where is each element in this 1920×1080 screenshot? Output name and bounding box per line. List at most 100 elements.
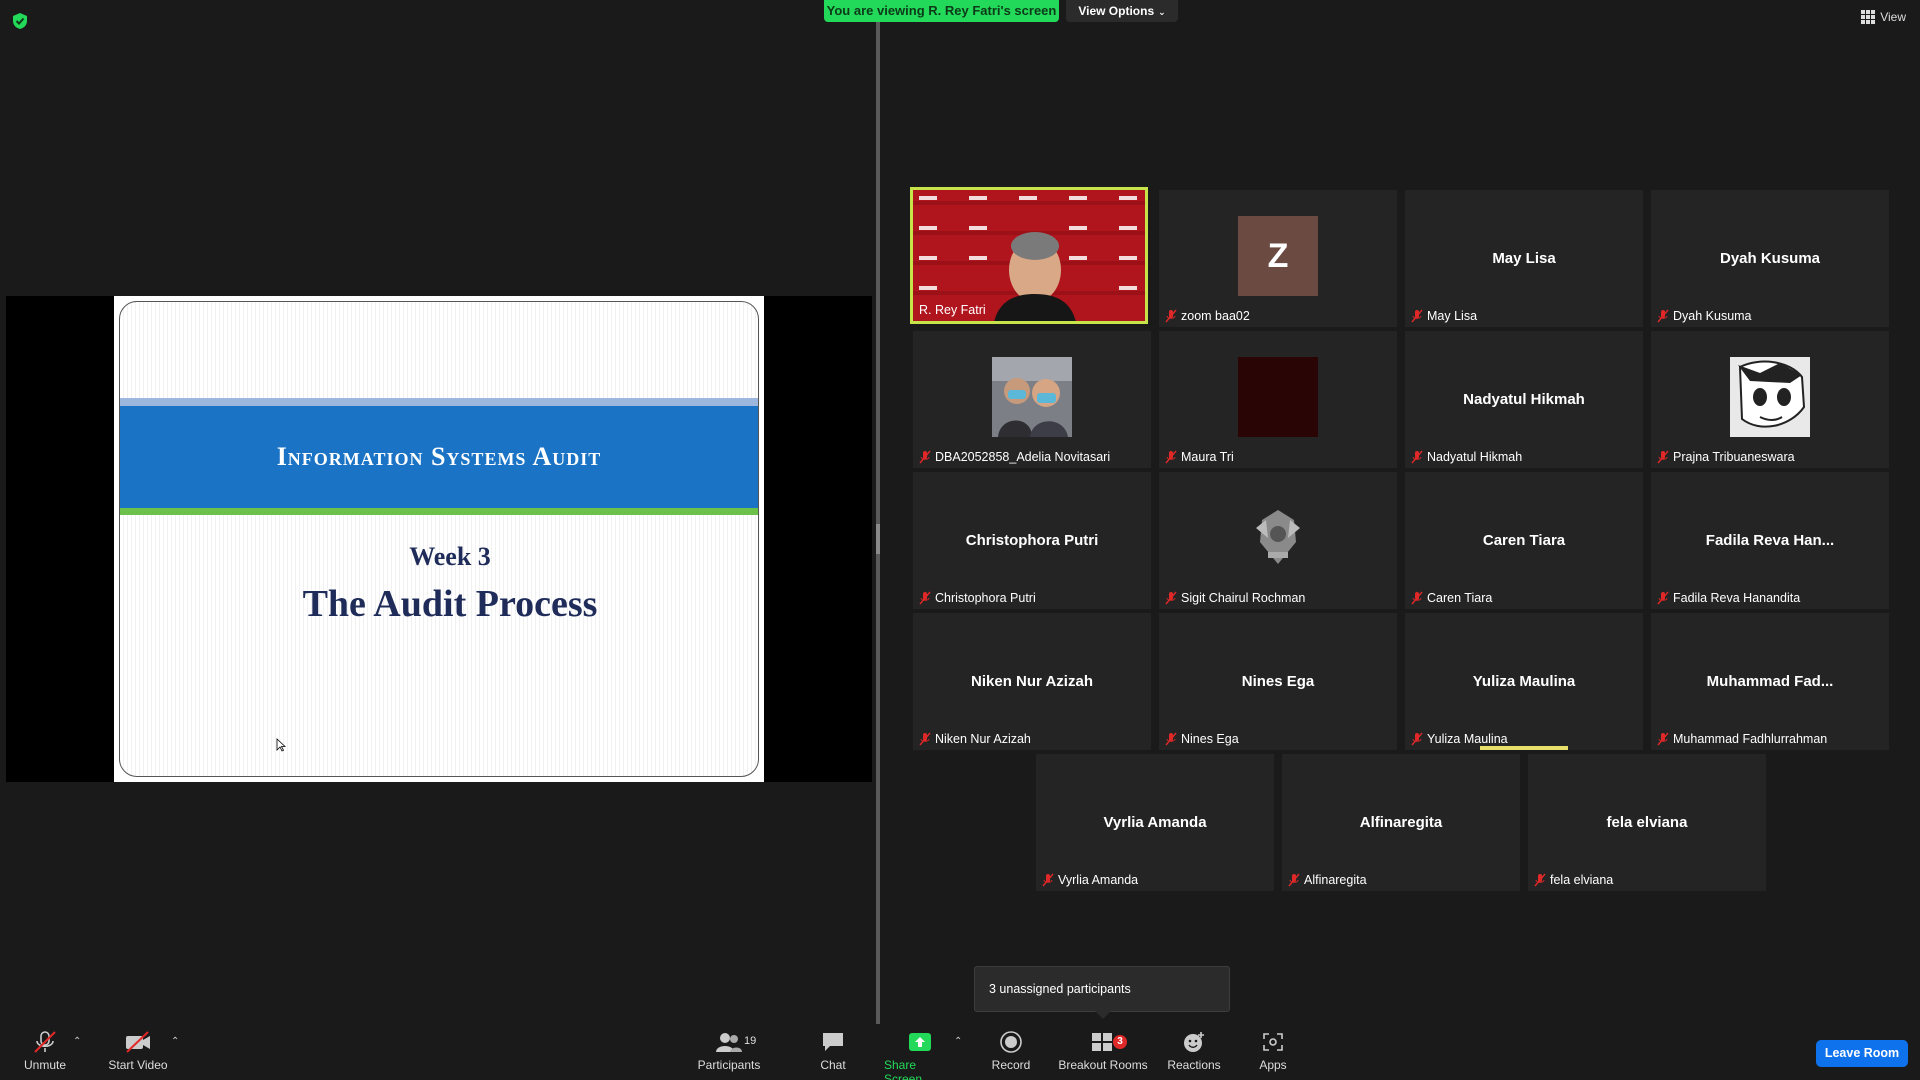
reactions-icon [1184,1032,1204,1052]
muted-mic-icon [1165,591,1177,605]
share-screen-button[interactable]: Share Screen [884,1030,956,1080]
video-tile[interactable]: Yuliza Maulina Yuliza Maulina [1405,613,1643,750]
slide-green-line [120,508,758,515]
muted-mic-icon [1165,309,1177,323]
reactions-button[interactable]: Reactions [1166,1030,1222,1072]
breakout-rooms-label: Breakout Rooms [1058,1058,1148,1072]
video-tile[interactable]: R. Rey Fatri [910,187,1148,324]
view-options-label: View Options [1078,4,1155,18]
slide-top-line [120,398,758,406]
participant-name-label: Fadila Reva Hanandita [1657,589,1800,607]
muted-mic-icon [919,450,931,464]
participant-name-label: Muhammad Fadhlurrahman [1657,730,1827,748]
slide-week: Week 3 [409,542,491,571]
muted-mic-icon [1657,591,1669,605]
video-tile[interactable]: Christophora Putri Christophora Putri [913,472,1151,609]
video-off-icon [126,1031,150,1053]
start-video-label: Start Video [108,1058,168,1072]
share-options-caret[interactable]: ⌃ [954,1036,962,1047]
share-screen-label: Share Screen [884,1058,923,1080]
emblem-photo [1238,498,1318,578]
participant-name-label: Caren Tiara [1411,589,1492,607]
video-tile[interactable]: Sigit Chairul Rochman [1159,472,1397,609]
video-options-caret[interactable]: ⌃ [171,1036,179,1047]
participant-name-label: Nadyatul Hikmah [1411,448,1522,466]
video-tile[interactable]: May Lisa May Lisa [1405,190,1643,327]
slide-title: Information Systems Audit [276,442,602,471]
grid-view-icon [1861,10,1876,24]
video-tile[interactable]: Z zoom baa02 [1159,190,1397,327]
muted-mic-icon [1411,309,1423,323]
muted-mic-icon [1657,450,1669,464]
video-tile[interactable]: Niken Nur Azizah Niken Nur Azizah [913,613,1151,750]
participants-count: 19 [744,1035,757,1047]
profile-photo [1238,357,1318,437]
muted-mic-icon [1288,873,1300,887]
view-button[interactable]: View [1861,10,1906,24]
video-tile[interactable]: fela elviana fela elviana [1528,754,1766,891]
unassigned-participants-tooltip: 3 unassigned participants [974,966,1230,1019]
participant-name-label: Niken Nur Azizah [919,730,1031,748]
breakout-rooms-button[interactable]: Breakout Rooms [1058,1030,1148,1072]
muted-mic-icon [1534,873,1546,887]
muted-mic-icon [1411,450,1423,464]
video-tile[interactable]: Fadila Reva Han... Fadila Reva Hanandita [1651,472,1889,609]
record-icon [1000,1031,1022,1053]
view-options-button[interactable]: View Options ⌄ [1066,0,1178,22]
breakout-rooms-badge: 3 [1113,1035,1127,1049]
participant-name-label: R. Rey Fatri [919,303,986,317]
participant-name-label: Nines Ega [1165,730,1239,748]
video-tile[interactable]: DBA2052858_Adelia Novitasari [913,331,1151,468]
video-tile[interactable]: Caren Tiara Caren Tiara [1405,472,1643,609]
share-screen-icon [909,1033,931,1051]
reactions-label: Reactions [1167,1058,1221,1072]
start-video-button[interactable]: Start Video [108,1030,168,1072]
meeting-toolbar [0,1024,1920,1080]
meeting-window: You are viewing R. Rey Fatri's screen Vi… [0,0,1920,1080]
chat-button[interactable]: Chat [812,1030,854,1072]
video-tile[interactable]: Nines Ega Nines Ega [1159,613,1397,750]
video-tile[interactable]: Vyrlia Amanda Vyrlia Amanda [1036,754,1274,891]
split-divider-handle[interactable] [876,524,880,554]
participant-name-label: DBA2052858_Adelia Novitasari [919,448,1110,466]
muted-mic-icon [1411,732,1423,746]
video-tile[interactable]: Prajna Tribuaneswara [1651,331,1889,468]
video-tile[interactable]: Nadyatul Hikmah Nadyatul Hikmah [1405,331,1643,468]
slide-subtitle: The Audit Process [302,583,598,625]
participant-name-label: May Lisa [1411,307,1477,325]
chat-icon [823,1033,843,1051]
video-tile[interactable]: Muhammad Fad... Muhammad Fadhlurrahman [1651,613,1889,750]
video-tile[interactable]: Alfinaregita Alfinaregita [1282,754,1520,891]
security-shield-icon[interactable] [12,12,28,30]
participant-name-label: zoom baa02 [1165,307,1250,325]
record-button[interactable]: Record [988,1030,1034,1072]
apps-icon [1263,1033,1283,1051]
muted-mic-icon [1411,591,1423,605]
mouse-cursor-icon [276,738,286,752]
participant-name-label: Dyah Kusuma [1657,307,1752,325]
muted-mic-icon [1165,450,1177,464]
viewing-screen-banner: You are viewing R. Rey Fatri's screen [824,0,1059,22]
slide-frame: Information Systems Audit Week 3 The Aud… [119,301,759,777]
muted-mic-icon [1165,732,1177,746]
muted-mic-icon [1657,309,1669,323]
participant-name-label: Christophora Putri [919,589,1036,607]
participant-name-label: Alfinaregita [1288,871,1367,889]
chat-label: Chat [820,1058,846,1072]
participant-name-label: Sigit Chairul Rochman [1165,589,1305,607]
muted-microphone-icon [34,1031,56,1053]
video-tile[interactable]: Dyah Kusuma Dyah Kusuma [1651,190,1889,327]
participant-name-label: Maura Tri [1165,448,1234,466]
muted-mic-icon [919,591,931,605]
unmute-button[interactable]: Unmute [22,1030,68,1072]
apps-button[interactable]: Apps [1256,1030,1290,1072]
avatar: Z [1238,216,1318,296]
video-tile[interactable]: Maura Tri [1159,331,1397,468]
participant-name-label: Prajna Tribuaneswara [1657,448,1795,466]
audio-options-caret[interactable]: ⌃ [73,1036,81,1047]
leave-room-button[interactable]: Leave Room [1816,1040,1908,1067]
participant-name-label: fela elviana [1534,871,1613,889]
unmute-label: Unmute [23,1058,67,1072]
profile-photo [1730,357,1810,437]
apps-label: Apps [1259,1058,1287,1072]
